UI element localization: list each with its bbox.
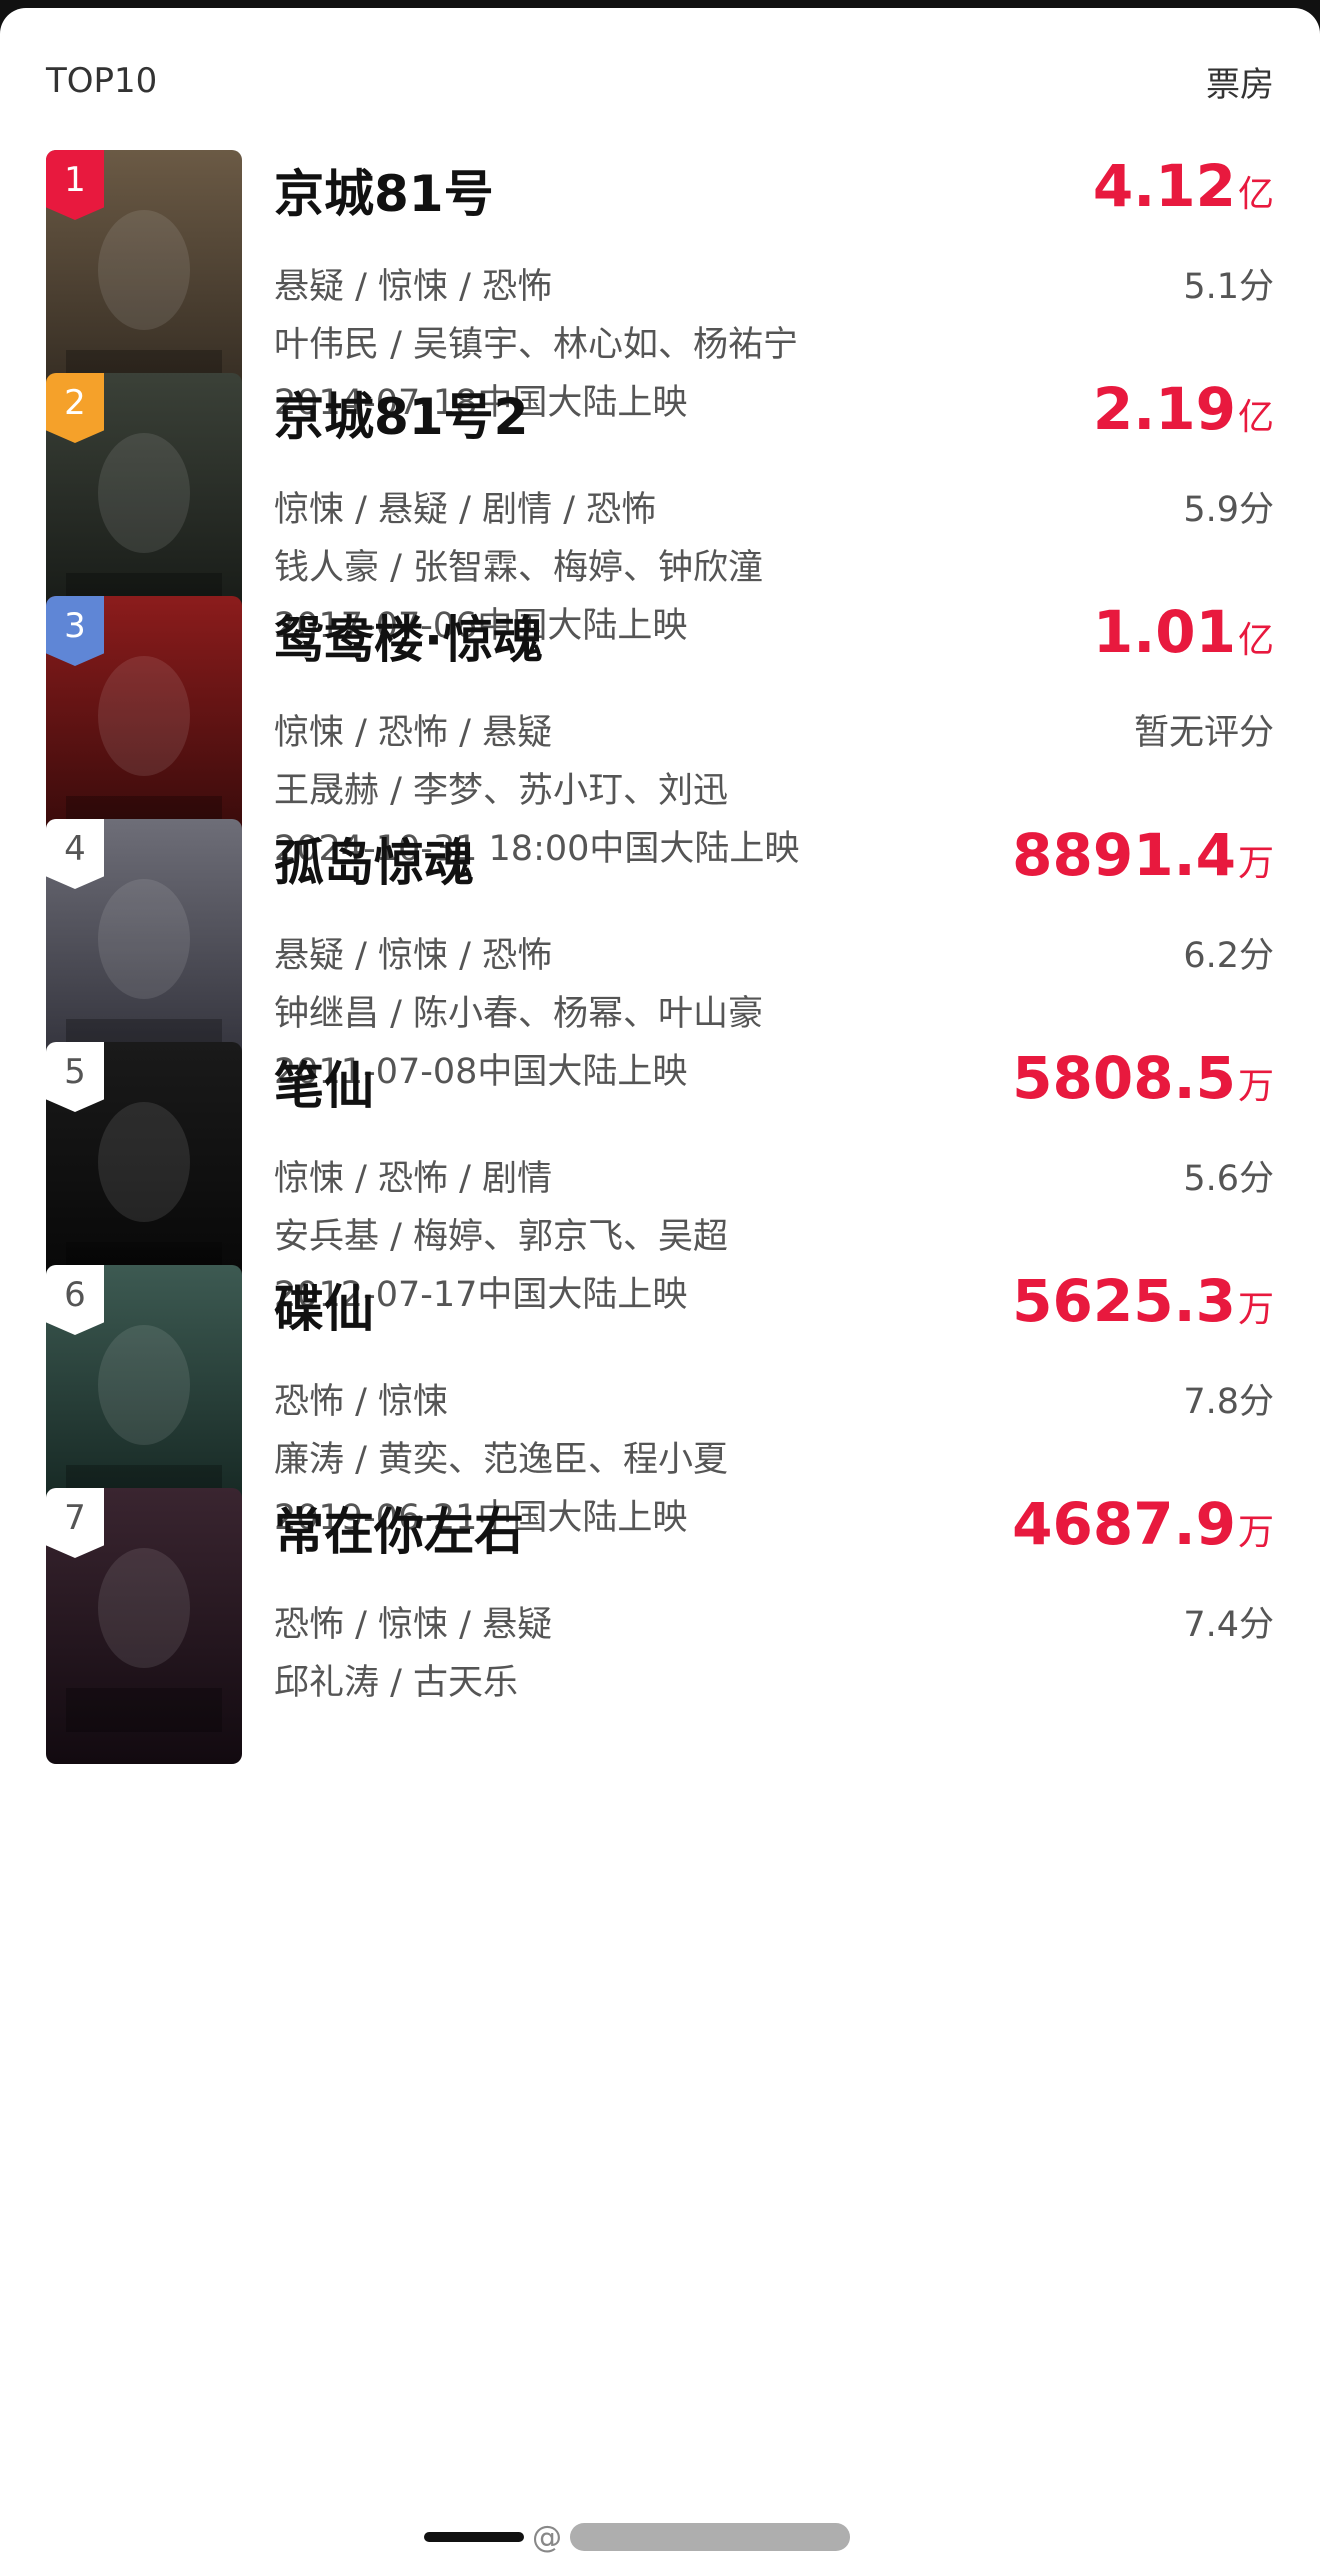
movie-score: 5.1分	[1183, 267, 1274, 307]
rank-badge: 6	[46, 1265, 104, 1335]
box-office-unit: 万	[1237, 1289, 1274, 1330]
box-office-unit: 亿	[1237, 174, 1274, 215]
movie-crew: 廉涛 / 黄奕、范逸臣、程小夏	[274, 1440, 729, 1480]
box-office: 4.12 亿	[1093, 152, 1274, 220]
box-office: 2.19 亿	[1093, 375, 1274, 443]
rank-badge: 2	[46, 373, 104, 443]
movie-row[interactable]: 7 常在你左右 4687.9 万 恐怖 / 惊悚 / 悬疑 7.4分 邱礼涛 /…	[0, 1488, 1320, 1768]
movie-title[interactable]: 京城81号2	[274, 377, 528, 449]
movie-score: 5.6分	[1183, 1159, 1274, 1199]
movie-crew: 安兵基 / 梅婷、郭京飞、吴超	[274, 1217, 729, 1257]
movie-title[interactable]: 笔仙	[274, 1046, 374, 1118]
watermark-blurred-name	[570, 2523, 850, 2551]
rank-badge: 5	[46, 1042, 104, 1112]
movie-score: 暂无评分	[1133, 713, 1274, 753]
movie-score: 6.2分	[1183, 936, 1274, 976]
box-office-value: 4.12	[1092, 152, 1236, 220]
movie-score: 7.8分	[1183, 1382, 1274, 1422]
box-office-unit: 万	[1237, 843, 1274, 884]
movie-crew: 钟继昌 / 陈小春、杨幂、叶山豪	[274, 994, 764, 1034]
box-office-unit: 万	[1237, 1066, 1274, 1107]
movie-score: 5.9分	[1183, 490, 1274, 530]
box-office-value: 1.01	[1092, 598, 1236, 666]
movie-genres: 悬疑 / 惊悚 / 恐怖	[274, 936, 553, 976]
movie-title[interactable]: 碟仙	[274, 1269, 374, 1341]
weibo-watermark: @	[424, 2516, 900, 2558]
movie-genres: 惊悚 / 恐怖 / 剧情	[274, 1159, 553, 1199]
watermark-text: @	[532, 2519, 562, 2555]
box-office-unit: 亿	[1237, 620, 1274, 661]
movie-title[interactable]: 孤岛惊魂	[274, 823, 474, 895]
box-office-unit: 万	[1237, 1512, 1274, 1553]
box-office-value: 8891.4	[1012, 821, 1236, 889]
movie-crew: 邱礼涛 / 古天乐	[274, 1663, 519, 1703]
movie-genres: 恐怖 / 惊悚	[274, 1382, 449, 1422]
rank-badge: 1	[46, 150, 104, 220]
home-indicator	[424, 2532, 524, 2542]
list-header: TOP10 票房	[46, 56, 1274, 106]
box-office: 4687.9 万	[1012, 1490, 1274, 1558]
movie-crew: 钱人豪 / 张智霖、梅婷、钟欣潼	[274, 548, 764, 588]
box-office-value: 4687.9	[1012, 1490, 1236, 1558]
rank-badge: 4	[46, 819, 104, 889]
movie-crew: 王晟赫 / 李梦、苏小玎、刘迅	[274, 771, 729, 811]
list-title: TOP10	[46, 61, 158, 101]
rank-badge: 3	[46, 596, 104, 666]
movie-title[interactable]: 常在你左右	[274, 1492, 524, 1564]
box-office: 1.01 亿	[1093, 598, 1274, 666]
box-office-unit: 亿	[1237, 397, 1274, 438]
movie-genres: 恐怖 / 惊悚 / 悬疑	[274, 1605, 553, 1645]
box-office-value: 2.19	[1092, 375, 1236, 443]
rank-badge: 7	[46, 1488, 104, 1558]
box-office: 5808.5 万	[1012, 1044, 1274, 1112]
box-office-value: 5808.5	[1012, 1044, 1236, 1112]
movie-poster[interactable]: 7	[46, 1488, 242, 1764]
movie-score: 7.4分	[1183, 1605, 1274, 1645]
box-office-value: 5625.3	[1012, 1267, 1236, 1335]
ranking-sheet: TOP10 票房 1 京城81号 4.12 亿 悬疑 / 惊悚 / 恐怖 5.1…	[0, 8, 1320, 2572]
box-office: 5625.3 万	[1012, 1267, 1274, 1335]
movie-genres: 悬疑 / 惊悚 / 恐怖	[274, 267, 553, 307]
movie-genres: 惊悚 / 悬疑 / 剧情 / 恐怖	[274, 490, 657, 530]
movie-title[interactable]: 鸳鸯楼·惊魂	[274, 600, 543, 672]
movie-crew: 叶伟民 / 吴镇宇、林心如、杨祐宁	[274, 325, 799, 365]
movie-genres: 惊悚 / 恐怖 / 悬疑	[274, 713, 553, 753]
box-office: 8891.4 万	[1012, 821, 1274, 889]
box-office-column-label[interactable]: 票房	[1206, 57, 1274, 106]
movie-title[interactable]: 京城81号	[274, 154, 494, 226]
